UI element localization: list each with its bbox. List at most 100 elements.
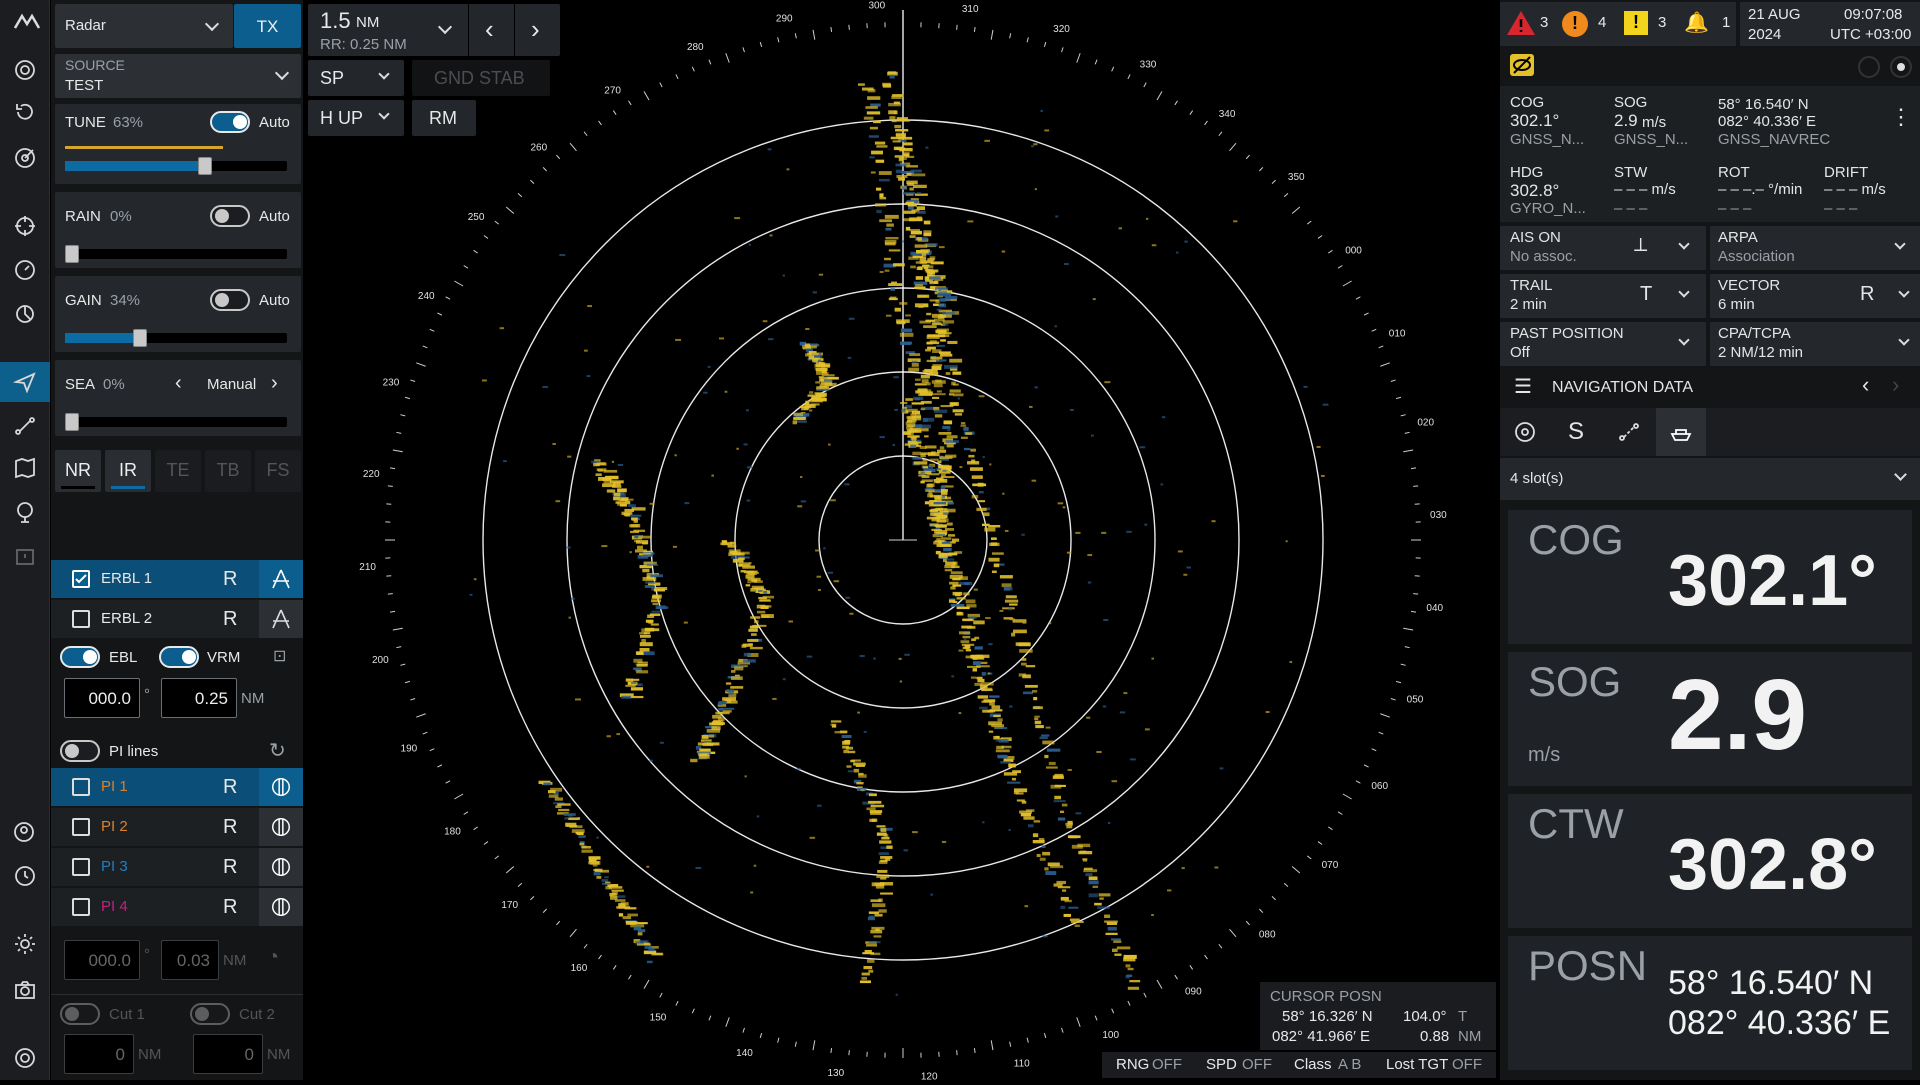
tune-auto-toggle[interactable]	[210, 111, 250, 133]
anchor-icon[interactable]	[13, 500, 37, 524]
pi-2-checkbox[interactable]	[72, 818, 90, 836]
cpa-tcpa-select[interactable]: CPA/TCPA 2 NM/12 min	[1710, 322, 1920, 366]
cut-2-toggle[interactable]	[190, 1003, 230, 1025]
pi-1-row[interactable]: PI 1 R	[51, 768, 303, 806]
pi-1-reference[interactable]: R	[223, 776, 237, 799]
ais-target-icon[interactable]: ⟂	[1634, 234, 1647, 257]
send-icon[interactable]	[0, 362, 50, 402]
range-decrease-button[interactable]: ‹	[468, 4, 514, 56]
alert-summary[interactable]: 3 ! 4 ! 3 🔔 1	[1500, 2, 1736, 46]
mode-select[interactable]: Radar	[55, 4, 233, 48]
pi-4-reference[interactable]: R	[223, 896, 237, 919]
map-icon[interactable]	[13, 456, 37, 480]
erbl-1-checkbox[interactable]	[72, 570, 90, 588]
filter-ir-button[interactable]: IR	[105, 450, 151, 492]
ebl-bearing-input[interactable]: 000.0	[64, 678, 140, 718]
pi-4-tool-icon[interactable]	[259, 888, 303, 926]
erbl-2-checkbox[interactable]	[72, 610, 90, 628]
pi-3-reference[interactable]: R	[223, 856, 237, 879]
filter-fs-button[interactable]: FS	[255, 450, 301, 492]
ship-tab-icon[interactable]	[1656, 408, 1706, 456]
cut-1-toggle[interactable]	[60, 1003, 100, 1025]
message-icon[interactable]	[13, 546, 37, 570]
ebl-toggle[interactable]	[60, 646, 100, 668]
ais-select[interactable]: AIS ON No assoc. ⟂	[1500, 226, 1706, 270]
pi-2-row[interactable]: PI 2 R	[51, 808, 303, 846]
pi-1-tool-icon[interactable]	[259, 768, 303, 806]
trail-select[interactable]: TRAIL 2 min T	[1500, 274, 1706, 318]
slots-select[interactable]: 4 slot(s)	[1500, 458, 1920, 500]
vrm-toggle[interactable]	[159, 646, 199, 668]
trail-mode[interactable]: T	[1640, 283, 1652, 306]
pi-1-checkbox[interactable]	[72, 778, 90, 796]
lock-icon[interactable]: ⊡	[273, 646, 286, 666]
pi-4-row[interactable]: PI 4 R	[51, 888, 303, 926]
gnd-stab-button[interactable]: GND STAB	[412, 60, 550, 96]
cut-2-input[interactable]: 0	[193, 1034, 263, 1074]
rain-auto-toggle[interactable]	[210, 205, 250, 227]
s-tab-icon[interactable]: S	[1552, 408, 1602, 456]
ppi-scope[interactable]: 0000100200300400500600700800901001101201…	[303, 0, 1500, 1080]
radar-target-icon[interactable]	[13, 146, 37, 170]
chevron-down-icon[interactable]	[438, 20, 452, 34]
sea-next-icon[interactable]: ›	[271, 372, 278, 395]
erbl-1-tool-icon[interactable]	[259, 560, 303, 598]
brightness-icon[interactable]	[13, 932, 37, 956]
pi-settings-icon[interactable]: ◔	[267, 946, 279, 969]
radar-display[interactable]: 0000100200300400500600700800901001101201…	[303, 0, 1500, 1080]
radar-tab-icon[interactable]	[1500, 408, 1550, 456]
eye-off-icon[interactable]	[1510, 54, 1534, 76]
pi-3-tool-icon[interactable]	[259, 848, 303, 886]
source-select[interactable]: SOURCE TEST	[55, 54, 301, 98]
filter-te-button[interactable]: TE	[155, 450, 201, 492]
pi-4-checkbox[interactable]	[72, 898, 90, 916]
sea-slider[interactable]	[65, 417, 287, 427]
filter-tb-button[interactable]: TB	[205, 450, 251, 492]
gain-auto-toggle[interactable]	[210, 289, 250, 311]
gain-slider[interactable]	[65, 333, 287, 343]
tune-slider[interactable]	[65, 161, 287, 171]
erbl-2-row[interactable]: ERBL 2 R	[51, 600, 303, 638]
target-icon[interactable]	[13, 58, 37, 82]
menu-icon[interactable]: ☰	[1514, 374, 1532, 399]
tx-button[interactable]: TX	[234, 4, 301, 48]
erbl-2-tool-icon[interactable]	[259, 600, 303, 638]
arpa-select[interactable]: ARPA Association	[1710, 226, 1920, 270]
erbl-1-reference[interactable]: R	[223, 568, 237, 591]
gauge-icon[interactable]	[13, 258, 37, 282]
sp-select[interactable]: SP	[308, 60, 404, 96]
past-position-select[interactable]: PAST POSITION Off	[1500, 322, 1706, 366]
pi-2-tool-icon[interactable]	[259, 808, 303, 846]
pi-bearing-input[interactable]: 000.0	[64, 940, 140, 980]
erbl-2-reference[interactable]: R	[223, 608, 237, 631]
pi-lines-toggle[interactable]	[60, 740, 100, 762]
vrm-range-input[interactable]: 0.25	[161, 678, 237, 718]
crosshair-icon[interactable]	[13, 214, 37, 238]
pi-range-input[interactable]: 0.03	[161, 940, 219, 980]
rain-slider[interactable]	[65, 249, 287, 259]
reset-icon[interactable]: ↻	[269, 738, 286, 763]
sea-prev-icon[interactable]: ‹	[175, 372, 182, 395]
nav-next-icon[interactable]: ›	[1892, 372, 1899, 398]
refresh-icon[interactable]	[13, 100, 37, 124]
compass-icon[interactable]	[13, 302, 37, 326]
more-icon[interactable]: ⋮	[1890, 104, 1912, 130]
pi-2-reference[interactable]: R	[223, 816, 237, 839]
camera-icon[interactable]	[13, 978, 37, 1002]
range-increase-button[interactable]: ›	[514, 4, 560, 56]
route-tab-icon[interactable]	[1604, 408, 1654, 456]
route-icon[interactable]	[13, 414, 37, 438]
nav-prev-icon[interactable]: ‹	[1862, 372, 1869, 398]
settings-icon[interactable]	[13, 1046, 37, 1070]
vector-select[interactable]: VECTOR 6 min R	[1710, 274, 1920, 318]
erbl-1-row[interactable]: ERBL 1 R	[51, 560, 303, 598]
vector-mode[interactable]: R	[1860, 283, 1874, 306]
filter-nr-button[interactable]: NR	[55, 450, 101, 492]
pi-3-row[interactable]: PI 3 R	[51, 848, 303, 886]
history-icon[interactable]	[13, 864, 37, 888]
pi-3-checkbox[interactable]	[72, 858, 90, 876]
cut-1-input[interactable]: 0	[64, 1034, 134, 1074]
user-icon[interactable]	[13, 820, 37, 844]
motion-mode-button[interactable]: RM	[412, 100, 476, 136]
orientation-select[interactable]: H UP	[308, 100, 404, 136]
